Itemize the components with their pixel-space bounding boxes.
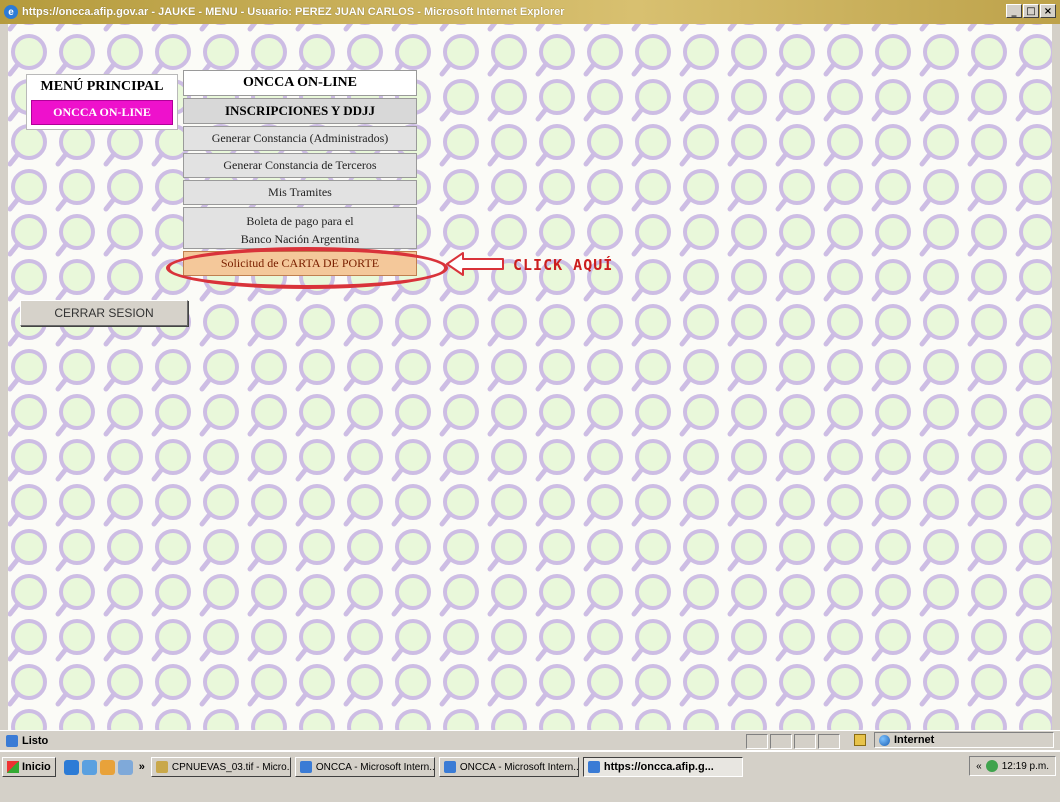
internet-explorer-icon <box>299 761 312 773</box>
lock-icon[interactable] <box>854 734 866 746</box>
menu-item-generar-constancia-administrados[interactable]: Generar Constancia (Administrados) <box>183 126 417 151</box>
status-cell <box>794 734 816 749</box>
close-button[interactable]: × <box>1040 4 1056 18</box>
task-label: CPNUEVAS_03.tif - Micro... <box>171 761 291 773</box>
internet-explorer-icon <box>443 761 456 773</box>
task-label: https://oncca.afip.g... <box>603 761 714 773</box>
security-zone[interactable]: Internet <box>874 732 1054 748</box>
task-label: ONCCA - Microsoft Intern... <box>459 761 579 773</box>
oncca-menu-header: ONCCA ON-LINE <box>183 70 417 96</box>
menu-item-mis-tramites[interactable]: Mis Tramites <box>183 180 417 205</box>
click-here-callout: CLICK AQUÍ <box>513 256 614 274</box>
browser-quicklaunch-icon[interactable] <box>63 759 79 775</box>
task-oncca-2[interactable]: ONCCA - Microsoft Intern... <box>438 757 579 777</box>
main-menu-panel: MENÚ PRINCIPAL ONCCA ON-LINE <box>26 74 178 130</box>
status-cell <box>818 734 840 749</box>
status-bar: Listo Internet <box>0 730 1060 750</box>
browser-viewport: MENÚ PRINCIPAL ONCCA ON-LINE ONCCA ON-LI… <box>8 24 1052 730</box>
taskbar-row: Inicio » CPNUEVAS_03.tif - Micro... ONCC… <box>0 756 1060 778</box>
main-menu-title: MENÚ PRINCIPAL <box>40 79 164 94</box>
task-oncca-active[interactable]: https://oncca.afip.g... <box>582 757 743 777</box>
page-status-icon <box>6 734 18 747</box>
media-quicklaunch-icon[interactable] <box>99 759 115 775</box>
status-cell <box>770 734 792 749</box>
clock[interactable]: 12:19 p.m. <box>1002 761 1049 772</box>
status-cells <box>746 734 840 749</box>
oncca-submenu: ONCCA ON-LINE INSCRIPCIONES Y DDJJ Gener… <box>183 70 417 278</box>
start-button[interactable]: Inicio <box>2 757 56 777</box>
menu-item-boleta-de-pago[interactable]: Boleta de pago para el Banco Nación Arge… <box>183 207 417 249</box>
left-arrow-icon <box>446 252 504 276</box>
menu-item-carta-de-porte[interactable]: Solicitud de CARTA DE PORTE <box>183 251 417 276</box>
taskbar: Inicio » CPNUEVAS_03.tif - Micro... ONCC… <box>0 750 1060 802</box>
system-tray: « 12:19 p.m. <box>969 756 1056 776</box>
mail-quicklaunch-icon[interactable] <box>81 759 97 775</box>
quick-launch <box>63 759 133 775</box>
internet-explorer-icon <box>587 761 600 773</box>
network-tray-icon[interactable] <box>985 760 998 772</box>
boleta-line-1: Boleta de pago para el <box>246 214 354 228</box>
tray-expand-button[interactable]: « <box>976 761 982 772</box>
logout-button[interactable]: CERRAR SESION <box>20 300 188 326</box>
boleta-line-2: Banco Nación Argentina <box>240 232 360 246</box>
minimize-button[interactable]: _ <box>1006 4 1022 18</box>
status-cell <box>746 734 768 749</box>
zone-label: Internet <box>894 734 935 746</box>
task-cpnuevas[interactable]: CPNUEVAS_03.tif - Micro... <box>150 757 291 777</box>
menu-item-generar-constancia-terceros[interactable]: Generar Constancia de Terceros <box>183 153 417 178</box>
desktop-quicklaunch-icon[interactable] <box>117 759 133 775</box>
quicklaunch-overflow-button[interactable]: » <box>139 761 145 773</box>
status-text: Listo <box>22 734 49 747</box>
start-label: Inicio <box>22 761 51 773</box>
globe-icon <box>879 734 890 746</box>
oncca-online-menu-button[interactable]: ONCCA ON-LINE <box>31 100 173 125</box>
window-title: https://oncca.afip.gov.ar - JAUKE - MENU… <box>22 6 565 18</box>
task-oncca-1[interactable]: ONCCA - Microsoft Intern... <box>294 757 435 777</box>
task-label: ONCCA - Microsoft Intern... <box>315 761 435 773</box>
windows-logo-icon <box>7 761 19 773</box>
inscripciones-menu-item[interactable]: INSCRIPCIONES Y DDJJ <box>183 98 417 124</box>
window-controls: _ □ × <box>1006 4 1056 18</box>
window-title-bar[interactable]: e https://oncca.afip.gov.ar - JAUKE - ME… <box>0 0 1060 24</box>
image-file-icon <box>155 761 168 773</box>
maximize-button[interactable]: □ <box>1023 4 1039 18</box>
internet-explorer-icon: e <box>4 5 18 19</box>
